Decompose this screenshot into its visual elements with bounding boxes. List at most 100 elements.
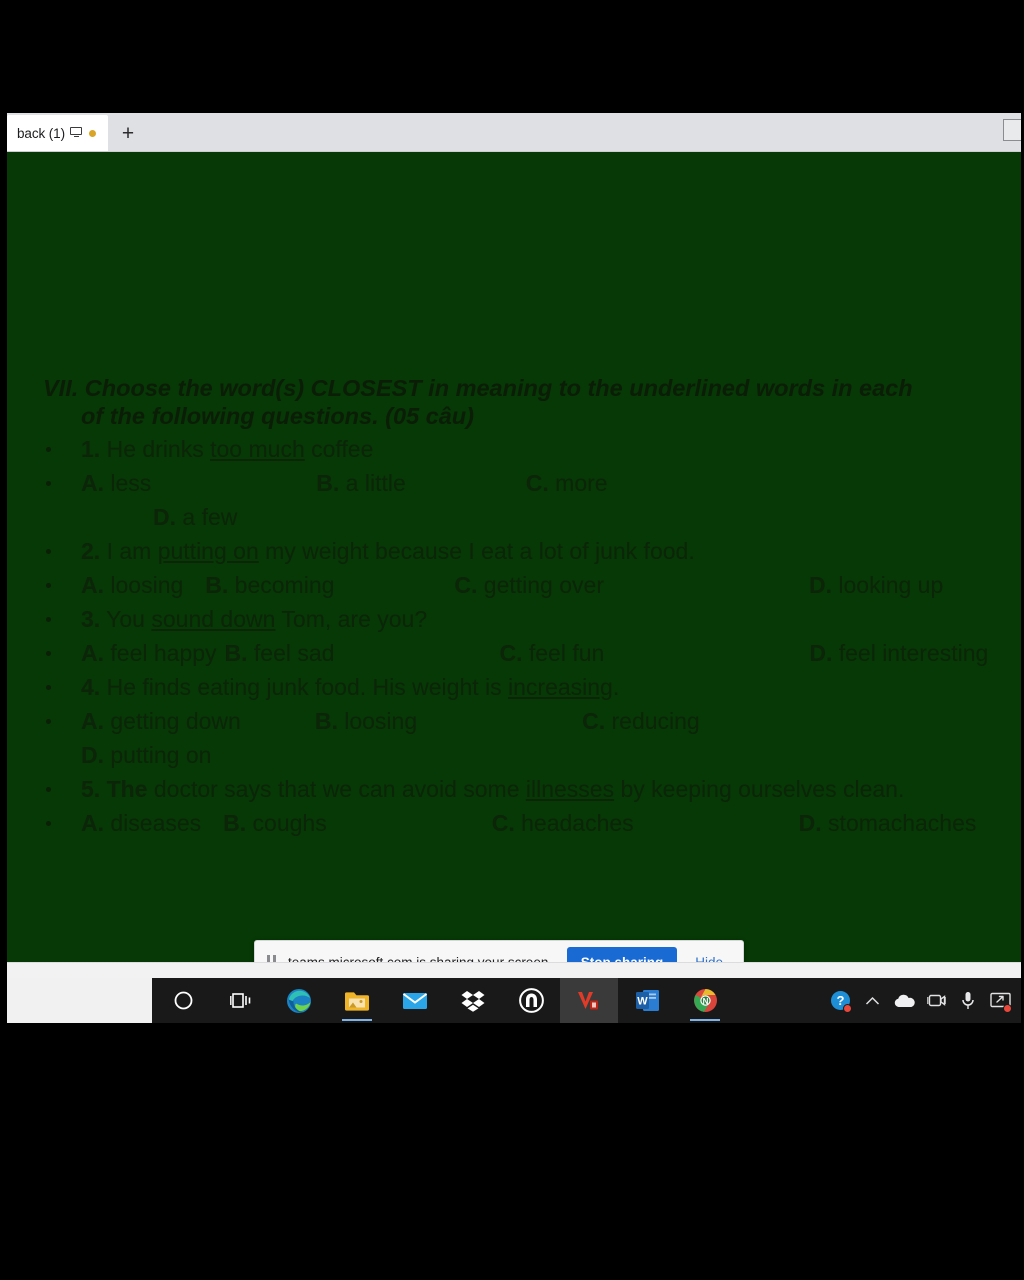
question-options: A. feel happy B. feel sad C. feel fun D. fe… (37, 636, 1003, 670)
option-d[interactable]: D. feel interesting (809, 636, 988, 670)
taskbar-search-box[interactable] (7, 978, 152, 1023)
question-stem: 1. He drinks too much coffee (37, 432, 1003, 466)
option-letter: A. (81, 572, 104, 598)
cortana-icon[interactable] (154, 978, 212, 1023)
question-text-after: by keeping ourselves clean. (614, 776, 905, 802)
file-explorer-icon[interactable] (328, 978, 386, 1023)
heading-number: VII. (43, 375, 79, 401)
option-text: feel interesting (832, 640, 989, 666)
house-app-icon[interactable] (502, 978, 560, 1023)
onedrive-cloud-icon[interactable] (889, 978, 919, 1023)
dropbox-icon[interactable] (444, 978, 502, 1023)
option-b[interactable]: B. a little (316, 466, 405, 500)
option-letter: B. (224, 640, 248, 666)
option-letter: B. (314, 708, 338, 734)
word-icon[interactable]: W (618, 978, 676, 1023)
svg-text:W: W (637, 996, 648, 1008)
camera-icon[interactable] (921, 978, 951, 1023)
option-d[interactable]: D. stomachaches (799, 806, 977, 840)
option-d[interactable]: D. a few (153, 500, 237, 534)
option-text: diseases (104, 810, 202, 836)
question-stem: 4. He finds eating junk food. His weight… (37, 670, 1003, 704)
question-text-after: my weight because I eat a lot of junk fo… (258, 538, 695, 564)
question-number: 2. (81, 538, 101, 564)
option-letter: D. (809, 640, 833, 666)
screen-share-icon[interactable] (985, 978, 1015, 1023)
option-d[interactable]: D. looking up (809, 568, 943, 602)
help-icon[interactable]: ? (825, 978, 855, 1023)
option-letter: B. (223, 810, 247, 836)
tab-strip: back (1) + (7, 113, 1021, 152)
window-restore-button[interactable] (1003, 119, 1021, 141)
option-b[interactable]: B. feel sad (225, 636, 335, 670)
option-a[interactable]: A. less (81, 466, 151, 500)
option-letter: D. (798, 810, 822, 836)
help-badge (843, 1004, 852, 1013)
taskbar-icon-group: W N (154, 978, 734, 1023)
slide-heading: VII. Choose the word(s) CLOSEST in meani… (37, 374, 1003, 430)
task-view-icon[interactable] (212, 978, 270, 1023)
option-d[interactable]: D. putting on (81, 738, 211, 772)
question-text-before: You (100, 606, 152, 632)
option-a[interactable]: A. feel happy (81, 636, 217, 670)
new-tab-button[interactable]: + (108, 115, 148, 151)
heading-line-2: of the following questions. (05 câu) (81, 403, 474, 429)
page-viewport: VII. Choose the word(s) CLOSEST in meani… (7, 152, 1021, 962)
option-letter: A. (81, 810, 104, 836)
option-text: putting on (104, 742, 212, 768)
tab-title: back (1) (17, 125, 65, 141)
windows-taskbar: W N ? (7, 978, 1021, 1023)
slide-content: VII. Choose the word(s) CLOSEST in meani… (37, 374, 1003, 840)
option-c[interactable]: C. more (526, 466, 608, 500)
option-text: getting over (477, 572, 604, 598)
option-text: more (548, 470, 608, 496)
question-text-after: coffee (304, 436, 374, 462)
browser-tab-back[interactable]: back (1) (7, 115, 108, 151)
edge-browser-icon[interactable] (270, 978, 328, 1023)
stop-sharing-button[interactable]: Stop sharing (566, 946, 678, 962)
system-tray: ? (825, 978, 1021, 1023)
option-letter: C. (582, 708, 606, 734)
option-a[interactable]: A. getting down (81, 704, 241, 738)
option-b[interactable]: B. loosing (315, 704, 417, 738)
question-text-after: Tom, are you? (275, 606, 428, 632)
chevron-up-icon[interactable] (857, 978, 887, 1023)
question-text-before: He drinks (100, 436, 211, 462)
browser-window: back (1) + VII. Choose the word(s) CLOSE… (7, 113, 1021, 1023)
mail-icon[interactable] (386, 978, 444, 1023)
option-b[interactable]: B. becoming (205, 568, 334, 602)
option-c[interactable]: C. feel fun (499, 636, 604, 670)
option-text: feel happy (104, 640, 217, 666)
option-text: becoming (228, 572, 335, 598)
option-a[interactable]: A. loosing (81, 568, 183, 602)
option-text: reducing (605, 708, 700, 734)
option-text: less (104, 470, 152, 496)
option-text: getting down (104, 708, 241, 734)
question-number: 4. (81, 674, 101, 700)
question-options: A. getting down B. loosing C. reducing D. p… (37, 704, 1003, 772)
option-b[interactable]: B. coughs (223, 806, 327, 840)
option-c[interactable]: C. getting over (454, 568, 604, 602)
share-message: teams.microsoft.com is sharing your scre… (288, 954, 553, 963)
hide-button[interactable]: Hide (687, 949, 731, 963)
question-underlined-word: too much (210, 436, 305, 462)
screen-share-badge (1003, 1004, 1012, 1013)
option-letter: D. (809, 572, 832, 598)
option-text: loosing (104, 572, 184, 598)
option-c[interactable]: C. headaches (492, 806, 634, 840)
screenshot-root: back (1) + VII. Choose the word(s) CLOSE… (0, 0, 1024, 1280)
question-text-after: . (612, 674, 620, 700)
question-underlined-word: sound down (151, 606, 276, 632)
microphone-icon[interactable] (953, 978, 983, 1023)
option-letter: C. (454, 572, 478, 598)
question-text-before: doctor says that we can avoid some (147, 776, 526, 802)
option-letter: A. (81, 470, 104, 496)
option-c[interactable]: C. reducing (582, 704, 700, 738)
option-a[interactable]: A. diseases (81, 806, 201, 840)
chrome-icon[interactable]: N (676, 978, 734, 1023)
v-app-icon[interactable] (560, 978, 618, 1023)
question-stem: 3. You sound down Tom, are you? (37, 602, 1003, 636)
question-text-before: I am (100, 538, 158, 564)
option-text: coughs (246, 810, 327, 836)
svg-text:N: N (702, 997, 708, 1006)
